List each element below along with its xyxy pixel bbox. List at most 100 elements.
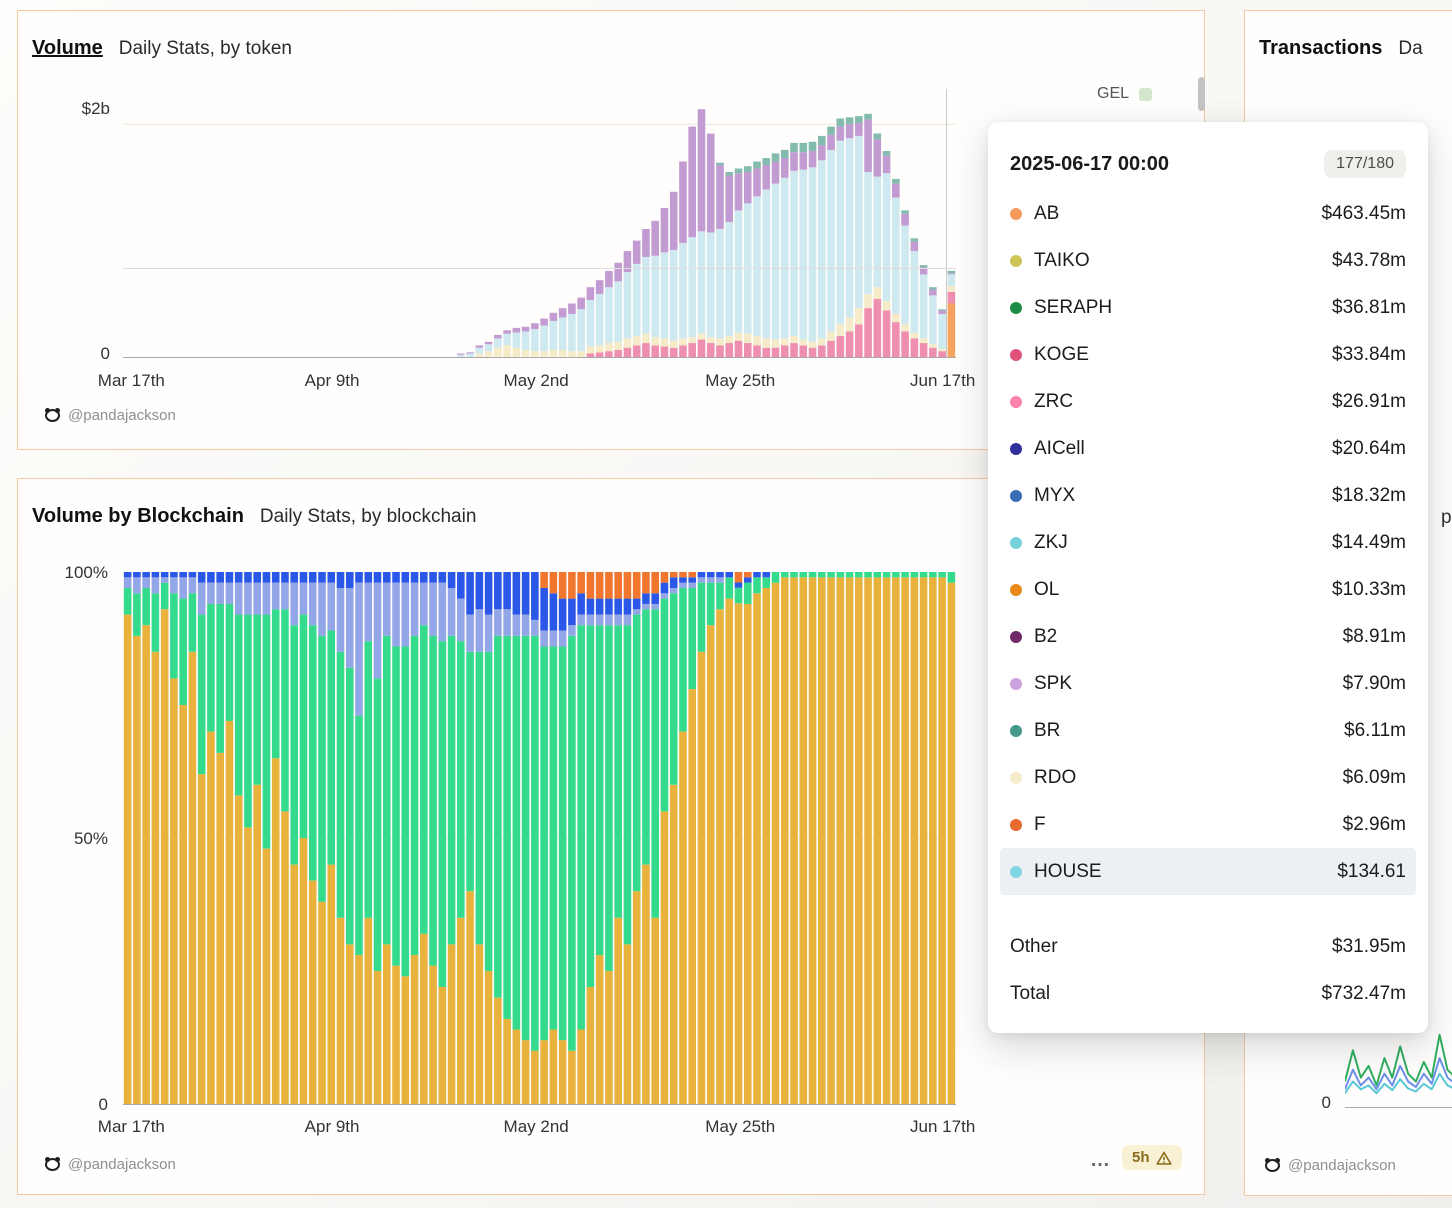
x-tick-label: Mar 17th <box>98 1117 165 1137</box>
token-label: MYX <box>1034 485 1075 507</box>
token-value: $36.81m <box>1332 297 1406 319</box>
y-axis-max-label: $2b <box>48 99 110 119</box>
token-label: ZKJ <box>1034 532 1068 554</box>
token-label: HOUSE <box>1034 861 1102 883</box>
token-color-dot <box>1010 866 1022 878</box>
other-label: Other <box>1010 936 1058 958</box>
more-menu-button[interactable]: … <box>1090 1149 1111 1172</box>
tooltip-row-aicell: AICell $20.64m <box>1010 425 1406 472</box>
x-axis-line <box>123 1104 956 1105</box>
token-value: $463.45m <box>1321 203 1406 225</box>
token-label: KOGE <box>1034 344 1089 366</box>
token-label: ZRC <box>1034 391 1073 413</box>
x-tick-label: Jun 17th <box>910 371 975 391</box>
token-color-dot <box>1010 302 1022 314</box>
x-tick-label: Apr 9th <box>305 371 360 391</box>
token-value: $26.91m <box>1332 391 1406 413</box>
total-label: Total <box>1010 983 1050 1005</box>
x-tick-label: May 25th <box>705 371 775 391</box>
y-axis-zero-label: 0 <box>46 1095 108 1115</box>
tooltip-row-myx: MYX$18.32m <box>1010 472 1406 519</box>
chart-tooltip: 2025-06-17 00:00 177/180 AB $463.45m TAIKO… <box>988 122 1428 1033</box>
panda-icon <box>45 409 60 422</box>
token-label: OL <box>1034 579 1059 601</box>
legend-scrollbar-thumb[interactable] <box>1198 77 1205 111</box>
volume-panel-title[interactable]: Volume <box>32 37 103 60</box>
blockchain-chart[interactable] <box>123 572 956 1104</box>
tooltip-timestamp: 2025-06-17 00:00 <box>1010 153 1169 176</box>
x-axis-line <box>1345 1107 1452 1108</box>
token-color-dot <box>1010 208 1022 220</box>
token-color-dot <box>1010 584 1022 596</box>
x-tick-label: Mar 17th <box>98 371 165 391</box>
tooltip-row-seraph: SERAPH$36.81m <box>1010 284 1406 331</box>
y-axis-50-label: 50% <box>46 829 108 849</box>
x-tick-label: May 2nd <box>504 1117 569 1137</box>
tooltip-row-house: HOUSE$134.61 <box>1000 848 1416 895</box>
token-color-dot <box>1010 255 1022 267</box>
transactions-panel-title: Transactions <box>1259 37 1382 60</box>
token-label: AB <box>1034 203 1059 225</box>
tooltip-divider-gap <box>1010 895 1406 923</box>
y-axis-100-label: 100% <box>46 563 108 583</box>
tooltip-other-row: Other $31.95m <box>1010 923 1406 970</box>
token-color-dot <box>1010 725 1022 737</box>
y-axis-zero-label: 0 <box>48 344 110 364</box>
crosshair-vertical <box>946 89 947 357</box>
token-value: $33.84m <box>1332 344 1406 366</box>
token-value: $14.49m <box>1332 532 1406 554</box>
token-value: $10.33m <box>1332 579 1406 601</box>
gel-swatch-icon <box>1139 88 1152 101</box>
tooltip-row-taiko: TAIKO$43.78m <box>1010 237 1406 284</box>
x-axis-line <box>123 357 956 358</box>
token-color-dot <box>1010 772 1022 784</box>
token-value: $43.78m <box>1332 250 1406 272</box>
x-tick-label: May 25th <box>705 1117 775 1137</box>
dashboard: Volume Daily Stats, by token GEL $2b 0 M… <box>0 0 1452 1208</box>
staleness-badge[interactable]: 5h <box>1122 1145 1182 1170</box>
tooltip-row-ab: AB $463.45m <box>1010 190 1406 237</box>
token-value: $6.11m <box>1344 720 1406 742</box>
token-label: B2 <box>1034 626 1057 648</box>
panda-icon <box>1265 1159 1280 1172</box>
x-tick-label: Jun 17th <box>910 1117 975 1137</box>
token-color-dot <box>1010 490 1022 502</box>
tooltip-counter: 177/180 <box>1324 150 1406 178</box>
attribution: @pandajackson <box>1265 1157 1396 1174</box>
total-value: $732.47m <box>1321 983 1406 1005</box>
token-value: $20.64m <box>1332 438 1406 460</box>
tooltip-row-zkj: ZKJ $14.49m <box>1010 519 1406 566</box>
panda-icon <box>45 1158 60 1171</box>
tooltip-row-zrc: ZRC $26.91m <box>1010 378 1406 425</box>
tooltip-row-koge: KOGE $33.84m <box>1010 331 1406 378</box>
tooltip-row-rdo: RDO$6.09m <box>1010 754 1406 801</box>
crosshair-horizontal <box>123 268 956 269</box>
warning-icon <box>1156 1151 1172 1165</box>
blockchain-x-ticks: Mar 17thApr 9thMay 2ndMay 25thJun 17th <box>123 1117 956 1139</box>
volume-chart[interactable] <box>123 101 956 357</box>
attribution-handle[interactable]: @pandajackson <box>1288 1157 1396 1174</box>
token-color-dot <box>1010 396 1022 408</box>
token-label: F <box>1034 814 1046 836</box>
attribution-handle[interactable]: @pandajackson <box>68 1156 176 1173</box>
legend-item-gel[interactable]: GEL <box>1097 85 1129 103</box>
blockchain-panel-title: Volume by Blockchain <box>32 505 244 528</box>
staleness-hours: 5h <box>1132 1149 1150 1166</box>
clipped-text-fragment: p <box>1441 507 1452 529</box>
token-color-dot <box>1010 819 1022 831</box>
tooltip-row-br: BR$6.11m <box>1010 707 1406 754</box>
volume-x-ticks: Mar 17thApr 9thMay 2ndMay 25thJun 17th <box>123 371 956 393</box>
other-value: $31.95m <box>1332 936 1406 958</box>
token-label: AICell <box>1034 438 1085 460</box>
attribution-handle[interactable]: @pandajackson <box>68 407 176 424</box>
tooltip-row-spk: SPK$7.90m <box>1010 660 1406 707</box>
tooltip-row-f: F $2.96m <box>1010 801 1406 848</box>
x-tick-label: May 2nd <box>504 371 569 391</box>
token-value: $2.96m <box>1343 814 1406 836</box>
volume-panel-subtitle: Daily Stats, by token <box>119 38 292 60</box>
token-value: $8.91m <box>1343 626 1406 648</box>
blockchain-panel-subtitle: Daily Stats, by blockchain <box>260 506 477 528</box>
tooltip-row-ol: OL $10.33m <box>1010 566 1406 613</box>
token-label: RDO <box>1034 767 1076 789</box>
tooltip-total-row: Total $732.47m <box>1010 970 1406 1017</box>
